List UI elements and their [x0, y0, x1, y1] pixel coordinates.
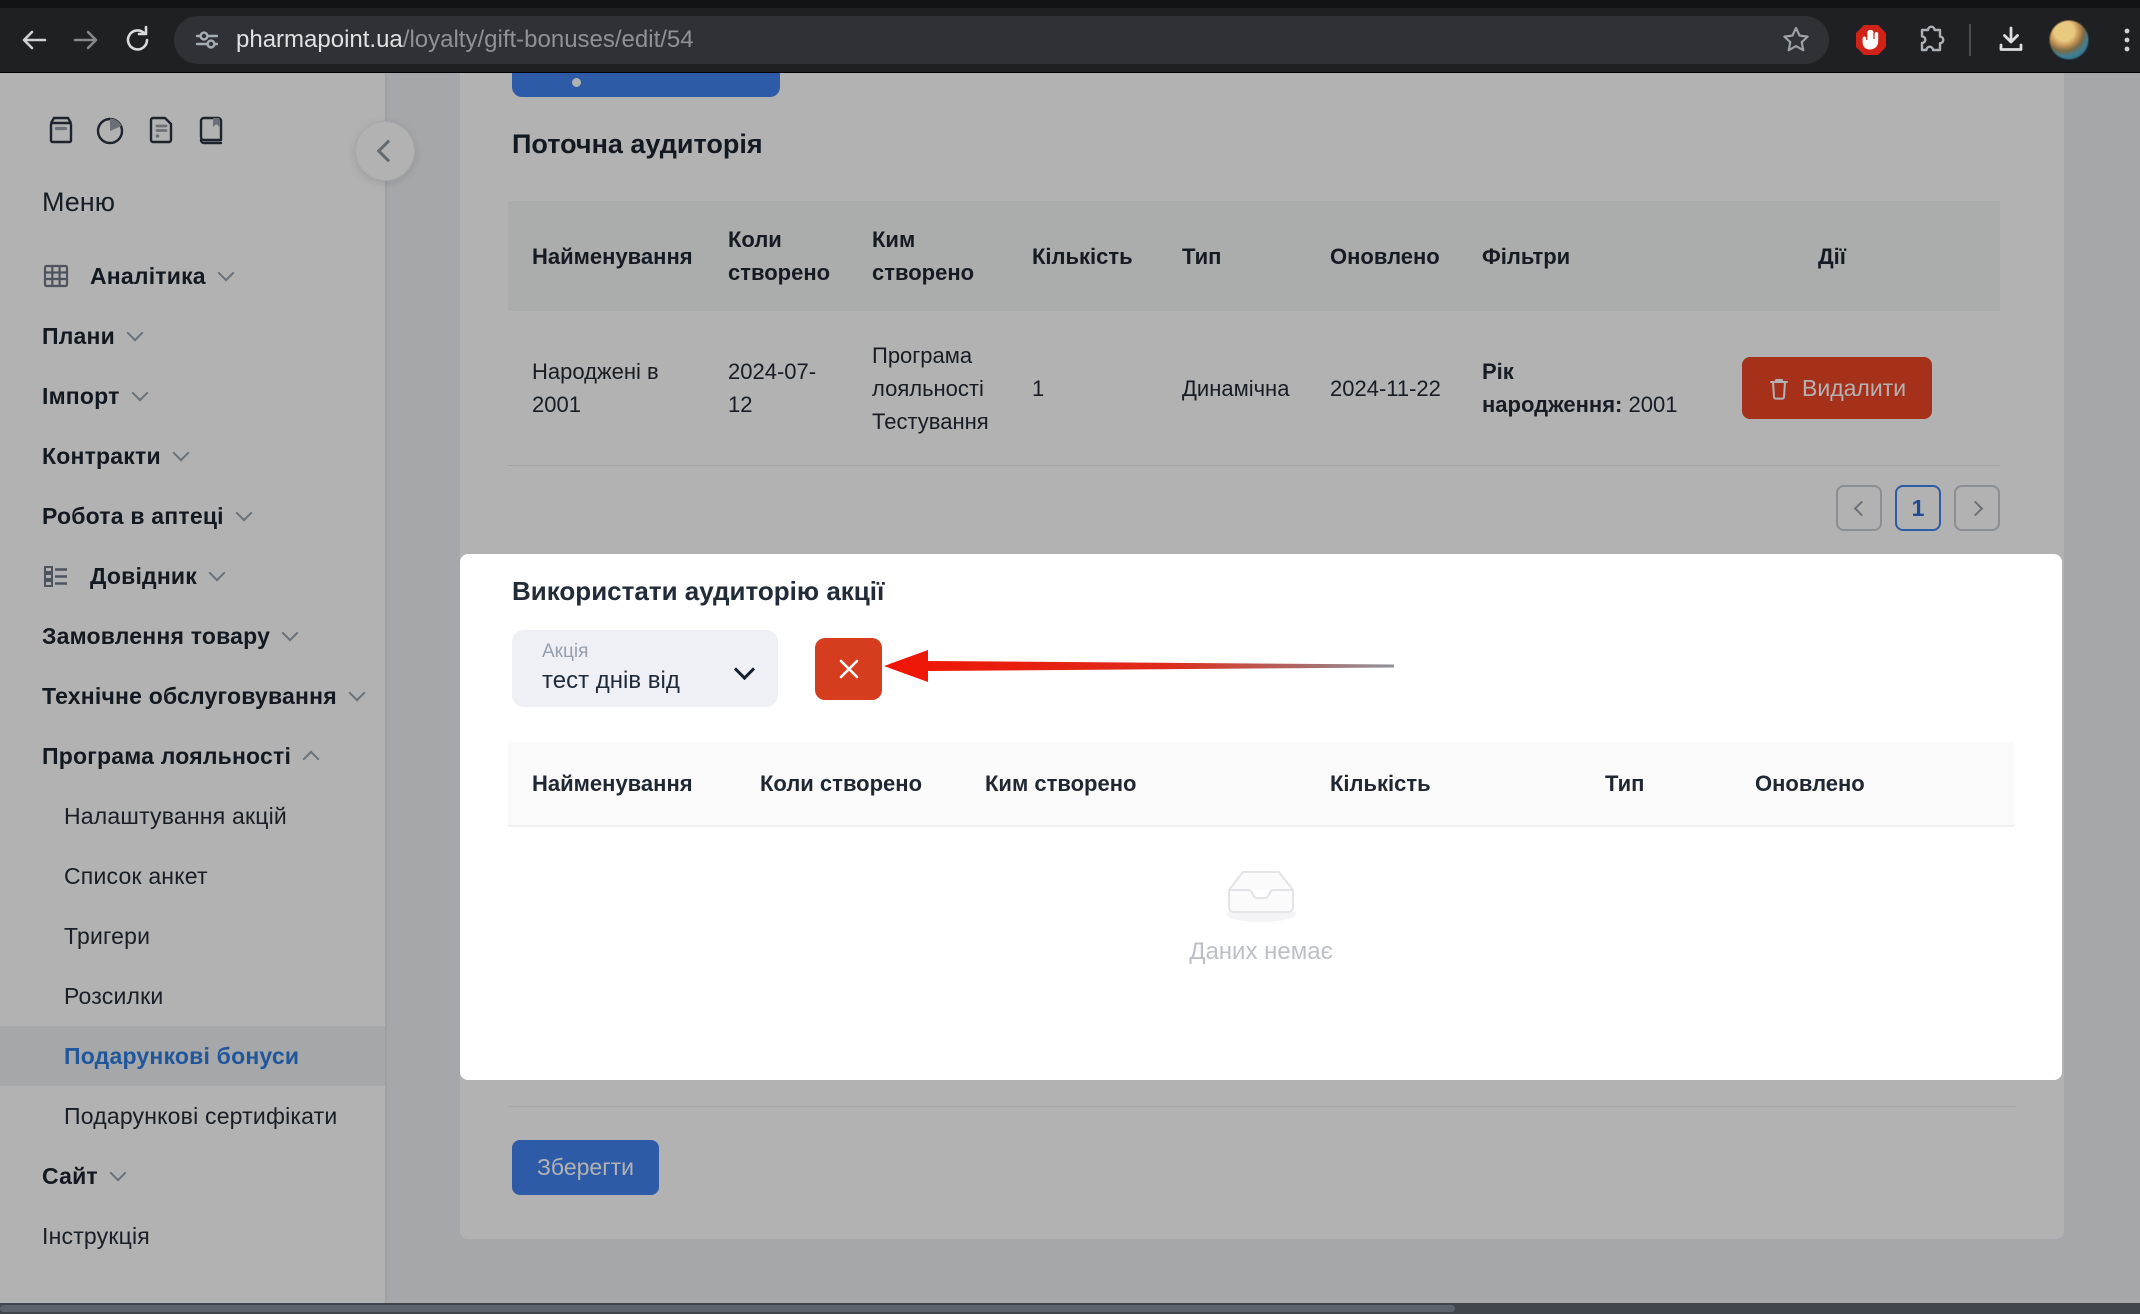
- forward-arrow-icon: [68, 22, 104, 58]
- promo-select[interactable]: Акція тест днів від: [512, 630, 778, 707]
- col-name: Найменування: [508, 742, 736, 825]
- browser-toolbar: pharmapoint.ua/loyalty/gift-bonuses/edit…: [0, 8, 2140, 73]
- star-icon: [1779, 23, 1813, 57]
- puzzle-icon: [1911, 22, 1947, 58]
- clear-selection-button[interactable]: [815, 638, 882, 700]
- adblock-hand-icon: [1852, 21, 1890, 59]
- kebab-menu-icon: [2112, 25, 2140, 55]
- empty-inbox-icon: [1211, 850, 1311, 928]
- url-text[interactable]: pharmapoint.ua/loyalty/gift-bonuses/edit…: [236, 26, 694, 54]
- toolbar-right: [1845, 14, 2140, 66]
- reload-button[interactable]: [112, 14, 164, 66]
- profile-avatar: [2049, 20, 2089, 60]
- empty-state: Даних немає: [460, 850, 2062, 966]
- use-audience-panel: Використати аудиторію акції Акція тест д…: [460, 554, 2062, 1080]
- horizontal-scrollbar[interactable]: [0, 1303, 2140, 1314]
- bookmark-button[interactable]: [1779, 23, 1813, 57]
- col-created-at: Коли створено: [736, 742, 961, 825]
- use-audience-title: Використати аудиторію акції: [512, 576, 884, 607]
- col-updated: Оновлено: [1731, 742, 2014, 825]
- adblock-extension-button[interactable]: [1845, 14, 1897, 66]
- profile-button[interactable]: [2043, 14, 2095, 66]
- scrollbar-thumb[interactable]: [0, 1305, 1455, 1312]
- promo-select-value: тест днів від: [542, 667, 752, 695]
- empty-state-text: Даних немає: [460, 938, 2062, 966]
- download-icon: [1993, 22, 2029, 58]
- table-header-row: Найменування Коли створено Ким створено …: [508, 742, 2014, 827]
- promo-select-label: Акція: [542, 641, 752, 663]
- forward-button[interactable]: [60, 14, 112, 66]
- col-count: Кількість: [1306, 742, 1581, 825]
- extensions-button[interactable]: [1903, 14, 1955, 66]
- toolbar-separator: [1969, 24, 1971, 56]
- use-audience-table: Найменування Коли створено Ким створено …: [508, 742, 2014, 827]
- back-button[interactable]: [8, 14, 60, 66]
- downloads-button[interactable]: [1985, 14, 2037, 66]
- col-type: Тип: [1581, 742, 1731, 825]
- red-arrow-annotation: [884, 644, 1396, 688]
- address-bar[interactable]: pharmapoint.ua/loyalty/gift-bonuses/edit…: [174, 16, 1829, 64]
- close-x-icon: [834, 654, 864, 684]
- reload-icon: [121, 23, 155, 57]
- back-arrow-icon: [16, 22, 52, 58]
- url-path: /loyalty/gift-bonuses/edit/54: [403, 26, 694, 53]
- window-frame: [0, 0, 2140, 8]
- url-host: pharmapoint.ua: [236, 26, 403, 53]
- menu-kebab-button[interactable]: [2101, 14, 2140, 66]
- browser-window: pharmapoint.ua/loyalty/gift-bonuses/edit…: [0, 0, 2140, 1314]
- col-created-by: Ким створено: [961, 742, 1306, 825]
- site-settings-icon[interactable]: [192, 25, 222, 55]
